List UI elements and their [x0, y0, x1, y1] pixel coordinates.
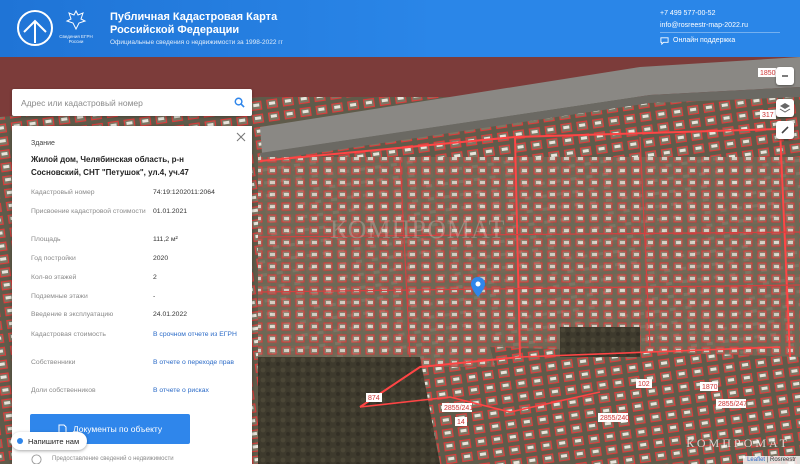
- attr-label: Доли собственников: [31, 387, 96, 394]
- search-bar: [12, 89, 252, 116]
- site-title[interactable]: Публичная Кадастровая Карта Российской Ф…: [110, 11, 310, 37]
- eagle-emblem-icon: [65, 9, 87, 31]
- attr-value: 74:19:1202011:2064: [153, 189, 215, 196]
- registry-logo-icon: [31, 454, 42, 464]
- map-attribution: Leaflet | Rosreestr: [743, 456, 800, 464]
- measure-button[interactable]: [776, 121, 794, 139]
- attr-label: Собственники: [31, 359, 76, 366]
- documents-button-label: Документы по объекту: [72, 424, 163, 434]
- emblem-caption: Сведения ЕГРН России: [59, 34, 93, 44]
- attr-label: Введение в эксплуатацию: [31, 311, 114, 318]
- header: Сведения ЕГРН России Публичная Кадастров…: [0, 0, 800, 57]
- rosreestr-source: Rosreestr: [769, 457, 796, 463]
- object-info-panel: Здание Жилой дом, Челябинская область, р…: [12, 126, 252, 464]
- email-link[interactable]: info@rosreestr-map-2022.ru: [660, 22, 748, 29]
- attr-value: 24.01.2022: [153, 311, 188, 318]
- object-type: Здание: [31, 140, 55, 147]
- attr-label: Год постройки: [31, 255, 76, 262]
- parcel-label-14: 14: [455, 417, 467, 426]
- svg-text:1870: 1870: [702, 384, 718, 391]
- svg-text:102: 102: [638, 381, 650, 388]
- parcel-label-874: 874: [366, 393, 382, 402]
- svg-text:14: 14: [457, 419, 465, 426]
- site-subtitle: Официальные сведения о недвижимости за 1…: [110, 39, 284, 46]
- phone-link[interactable]: +7 499 577-00-52: [660, 10, 715, 17]
- attr-value: 01.01.2021: [153, 208, 188, 215]
- svg-text:2855/240: 2855/240: [600, 415, 629, 422]
- watermark-corner: КОМПРОМАТ: [686, 436, 790, 450]
- svg-text:1850: 1850: [760, 70, 776, 77]
- search-button[interactable]: [226, 90, 252, 116]
- chat-status-dot-icon: [17, 438, 23, 444]
- location-pin-icon[interactable]: [471, 277, 485, 297]
- online-support-label: Онлайн поддержка: [673, 37, 736, 44]
- attr-label: Кадастровый номер: [31, 189, 95, 196]
- contact-divider: [660, 32, 780, 33]
- close-icon[interactable]: [236, 132, 246, 142]
- layers-button[interactable]: [776, 99, 794, 117]
- parcel-label-317: 317: [760, 110, 776, 119]
- cadastral-value-link[interactable]: В срочном отчете из ЕГРН: [153, 331, 241, 340]
- attr-label: Подземные этажи: [31, 293, 88, 300]
- parcel-label-1850: 1850: [758, 68, 776, 77]
- svg-text:2855/241: 2855/241: [444, 405, 473, 412]
- owners-link[interactable]: В отчете о переходе прав: [153, 359, 241, 368]
- chat-label: Напишите нам: [28, 436, 80, 446]
- leaflet-link[interactable]: Leaflet: [747, 457, 765, 463]
- online-support-link[interactable]: Онлайн поддержка: [660, 36, 735, 45]
- attr-value: 111,2 м²: [153, 236, 178, 243]
- watermark-center: КОМПРОМАТ: [330, 215, 506, 244]
- ruler-icon: [781, 126, 789, 134]
- attr-value: 2020: [153, 255, 169, 262]
- chat-widget-button[interactable]: Напишите нам: [11, 432, 88, 450]
- object-address: Жилой дом, Челябинская область, р-н Сосн…: [31, 155, 189, 177]
- parcel-label-2855-240: 2855/240: [598, 413, 629, 422]
- attr-value: -: [153, 293, 156, 300]
- owner-shares-link[interactable]: В отчете о рисках: [153, 387, 241, 396]
- svg-text:2855/247: 2855/247: [718, 401, 747, 408]
- parcel-label-2855-247: 2855/247: [716, 399, 747, 408]
- zoom-out-button[interactable]: [776, 67, 794, 85]
- search-icon: [234, 97, 245, 108]
- parcel-label-102: 102: [636, 379, 652, 388]
- attr-label: Присвоение кадастровой стоимости: [31, 208, 146, 215]
- attr-label: Кол-во этажей: [31, 274, 77, 281]
- layers-icon: [779, 103, 791, 113]
- search-input[interactable]: [12, 89, 226, 116]
- attr-label: Площадь: [31, 236, 61, 243]
- chat-bubble-icon: [660, 37, 669, 45]
- svg-text:317: 317: [762, 112, 774, 119]
- footer-note: Предоставление сведений о недвижимости: [52, 456, 174, 462]
- site-logo-icon[interactable]: [15, 8, 55, 48]
- parcel-label-1870: 1870: [700, 382, 718, 391]
- attr-value: 2: [153, 274, 157, 281]
- svg-text:874: 874: [368, 395, 380, 402]
- minus-icon: [782, 75, 788, 77]
- parcel-label-2855-241: 2855/241: [442, 403, 473, 412]
- attr-label: Кадастровая стоимость: [31, 331, 106, 338]
